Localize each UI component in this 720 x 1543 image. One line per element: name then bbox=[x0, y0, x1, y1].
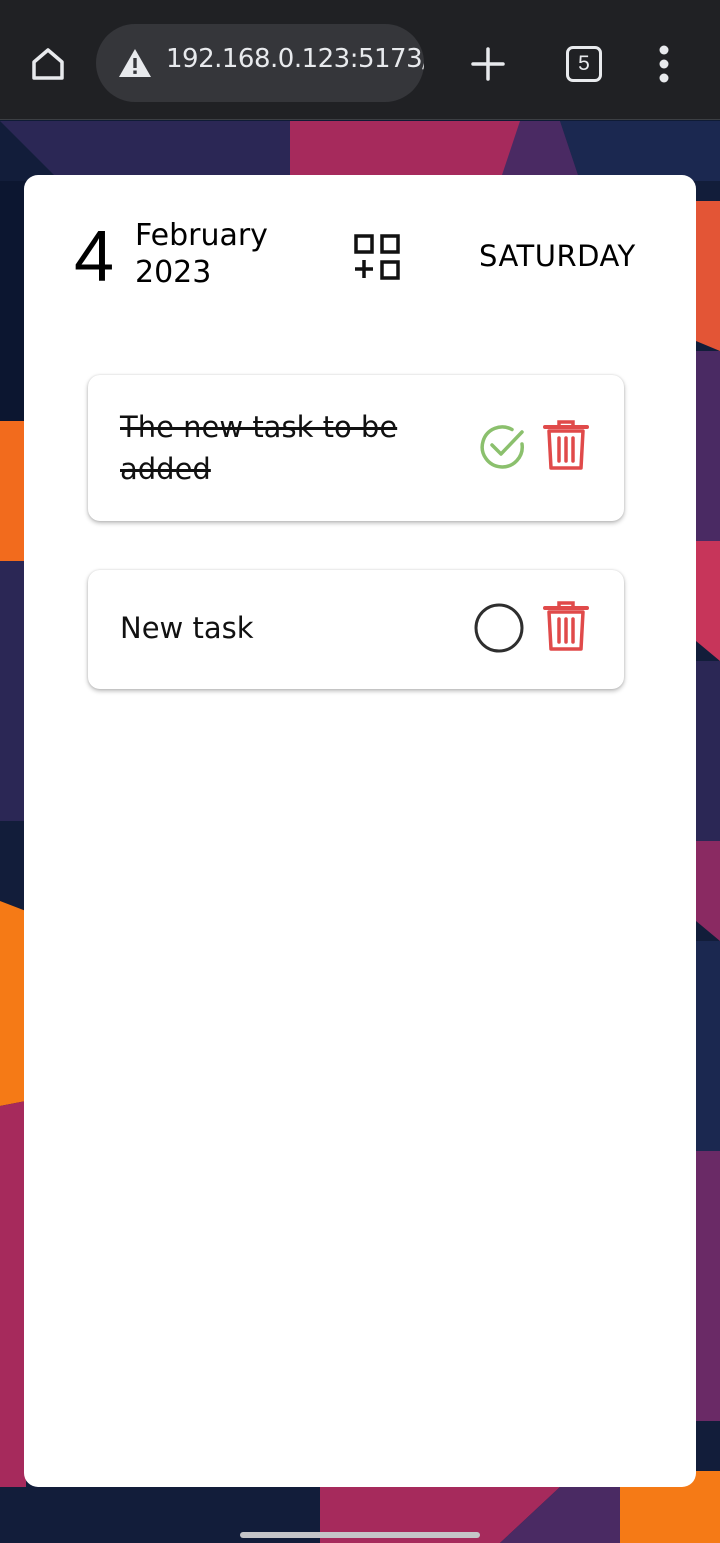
tabs-button[interactable]: 5 bbox=[560, 40, 608, 88]
task-text: The new task to be added bbox=[120, 410, 398, 486]
home-button[interactable] bbox=[24, 40, 72, 88]
add-task-icon bbox=[354, 234, 400, 280]
task-item: The new task to be added bbox=[88, 375, 624, 521]
gesture-nav-handle[interactable] bbox=[240, 1532, 480, 1538]
tab-count: 5 bbox=[578, 52, 590, 75]
date-year: 2023 bbox=[135, 255, 212, 290]
todo-card: 4 February 2023 SATURDAY The new task to… bbox=[24, 175, 696, 1487]
check-circle-icon bbox=[480, 425, 524, 469]
task-delete-button[interactable] bbox=[543, 419, 589, 471]
url-text: 192.168.0.123:5173/ bbox=[166, 44, 424, 74]
home-icon bbox=[32, 48, 64, 80]
empty-circle-icon bbox=[474, 603, 524, 653]
date-day: 4 bbox=[74, 217, 115, 297]
more-vert-icon bbox=[659, 45, 669, 83]
more-menu-button[interactable] bbox=[642, 40, 686, 88]
plus-icon bbox=[471, 47, 505, 81]
browser-toolbar: 192.168.0.123:5173/ 5 bbox=[0, 0, 720, 120]
add-task-button[interactable] bbox=[352, 233, 404, 283]
warning-icon bbox=[119, 49, 151, 77]
task-delete-button[interactable] bbox=[543, 600, 589, 652]
date-month: February bbox=[135, 218, 268, 253]
task-toggle-complete[interactable] bbox=[478, 422, 528, 472]
tabs-icon: 5 bbox=[566, 46, 602, 82]
trash-icon bbox=[543, 420, 589, 470]
task-item: New task bbox=[88, 570, 624, 689]
trash-icon bbox=[543, 601, 589, 651]
address-bar[interactable]: 192.168.0.123:5173/ bbox=[96, 24, 424, 102]
date-weekday: SATURDAY bbox=[479, 239, 636, 273]
task-text: New task bbox=[120, 611, 254, 645]
new-tab-button[interactable] bbox=[466, 42, 510, 86]
task-toggle-complete[interactable] bbox=[474, 603, 524, 653]
